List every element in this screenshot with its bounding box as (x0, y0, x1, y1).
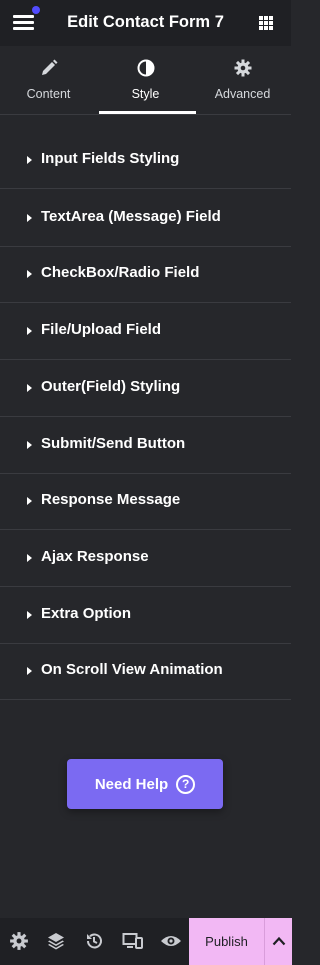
section-label: Response Message (41, 491, 181, 508)
section-outer-field-styling[interactable]: Outer(Field) Styling (0, 360, 291, 417)
caret-right-icon (27, 327, 32, 335)
section-label: Ajax Response (41, 548, 149, 565)
section-file-upload-field[interactable]: File/Upload Field (0, 303, 291, 360)
section-on-scroll-view-animation[interactable]: On Scroll View Animation (0, 643, 291, 700)
tab-style-label: Style (131, 87, 160, 101)
section-label: On Scroll View Animation (41, 661, 223, 678)
panel-tabs: Content Style Advanced (0, 46, 291, 115)
caret-right-icon (27, 441, 32, 449)
caret-right-icon (27, 497, 32, 505)
caret-right-icon (27, 270, 32, 278)
gear-icon (194, 59, 291, 79)
settings-icon[interactable] (9, 931, 29, 951)
section-submit-send-button[interactable]: Submit/Send Button (0, 417, 291, 474)
preview-eye-icon[interactable] (160, 931, 181, 951)
caret-right-icon (27, 156, 32, 164)
tab-content[interactable]: Content (0, 46, 97, 114)
tab-advanced[interactable]: Advanced (194, 46, 291, 114)
caret-right-icon (27, 384, 32, 392)
contrast-icon (97, 59, 194, 79)
need-help-button[interactable]: Need Help ? (67, 759, 223, 809)
need-help-label: Need Help (94, 775, 169, 793)
history-icon[interactable] (84, 931, 104, 951)
grid-icon[interactable] (259, 16, 273, 30)
section-input-fields-styling[interactable]: Input Fields Styling (0, 132, 291, 189)
section-label: File/Upload Field (41, 321, 162, 338)
section-label: Outer(Field) Styling (41, 378, 181, 395)
tab-content-label: Content (26, 87, 71, 101)
caret-right-icon (27, 611, 32, 619)
pencil-icon (0, 59, 97, 79)
tab-advanced-label: Advanced (214, 87, 271, 101)
caret-right-icon (27, 667, 32, 675)
footer-bar: Publish (0, 918, 292, 965)
section-ajax-response[interactable]: Ajax Response (0, 530, 291, 587)
question-circle-icon: ? (176, 774, 196, 794)
page-title: Edit Contact Form 7 (67, 13, 224, 31)
section-response-message[interactable]: Response Message (0, 473, 291, 530)
section-label: Extra Option (41, 605, 132, 622)
section-extra-option[interactable]: Extra Option (0, 587, 291, 644)
top-bar: Edit Contact Form 7 (0, 0, 291, 46)
section-textarea-field[interactable]: TextArea (Message) Field (0, 190, 291, 247)
section-label: TextArea (Message) Field (41, 208, 221, 225)
section-label: Input Fields Styling (41, 150, 180, 167)
layers-icon[interactable] (46, 931, 66, 951)
publish-button[interactable]: Publish (189, 918, 264, 965)
tab-style[interactable]: Style (97, 46, 196, 114)
section-label: Submit/Send Button (41, 435, 186, 452)
responsive-icon[interactable] (122, 931, 143, 951)
publish-options-button[interactable] (264, 918, 292, 965)
caret-right-icon (27, 554, 32, 562)
caret-right-icon (27, 214, 32, 222)
section-label: CheckBox/Radio Field (41, 264, 200, 281)
section-checkbox-radio-field[interactable]: CheckBox/Radio Field (0, 246, 291, 303)
chevron-up-icon (272, 933, 286, 951)
publish-label: Publish (205, 934, 248, 949)
